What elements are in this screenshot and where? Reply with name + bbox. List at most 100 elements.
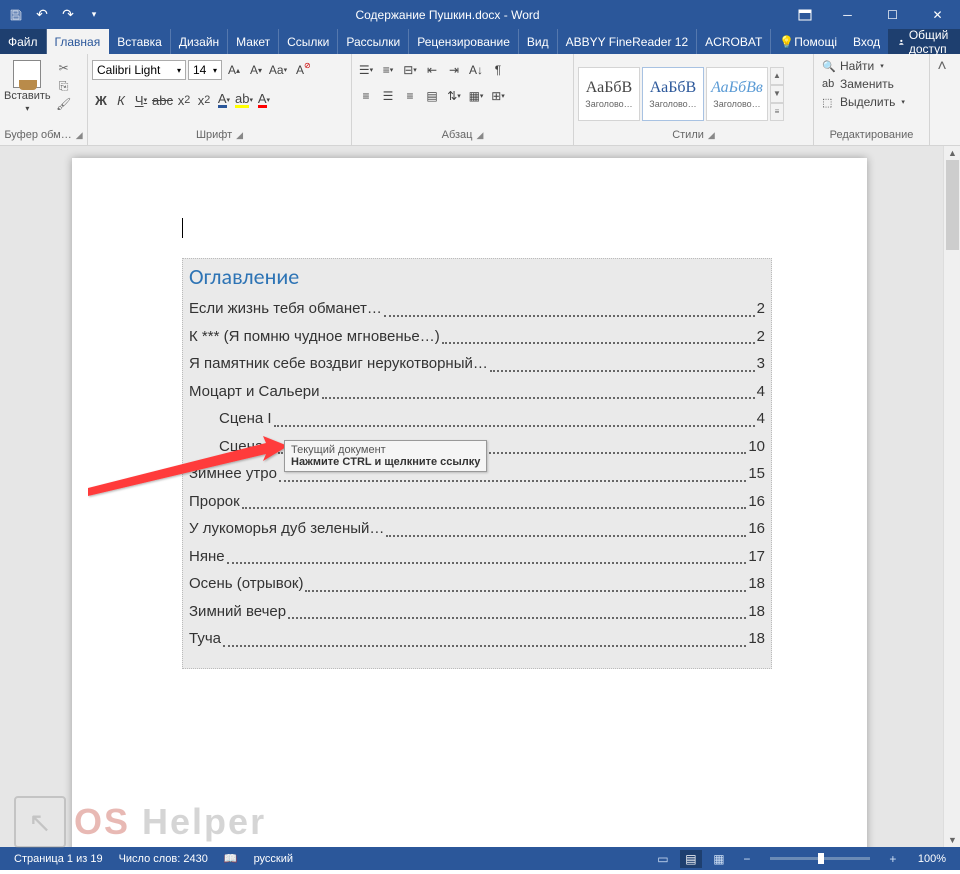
align-left-button[interactable]: ≡ (356, 86, 376, 106)
style-heading-1[interactable]: АаБбВ Заголово… (578, 67, 640, 121)
find-button[interactable]: 🔍Найти▾ (818, 58, 888, 74)
zoom-in-button[interactable]: + (882, 850, 904, 868)
zoom-thumb[interactable] (818, 853, 824, 864)
zoom-level[interactable]: 100% (910, 853, 954, 865)
style-heading-3[interactable]: АаБбВв Заголово… (706, 67, 768, 121)
font-size-value: 14 (193, 63, 206, 77)
page-status[interactable]: Страница 1 из 19 (6, 853, 111, 865)
sort-button[interactable]: A↓ (466, 60, 486, 80)
decrease-indent-button[interactable]: ⇤ (422, 60, 442, 80)
font-size-select[interactable]: 14▾ (188, 60, 222, 80)
undo-button[interactable]: ↶ (30, 3, 54, 27)
justify-button[interactable]: ▤ (422, 86, 442, 106)
tab-view[interactable]: Вид (519, 29, 558, 54)
tab-home[interactable]: Главная (47, 29, 110, 54)
toc-entry[interactable]: Сцена I4 (189, 408, 765, 431)
align-right-button[interactable]: ≡ (400, 86, 420, 106)
spell-check-icon[interactable]: 📖 (216, 852, 246, 865)
redo-button[interactable]: ↷ (56, 3, 80, 27)
sign-in-button[interactable]: Вход (845, 29, 888, 54)
paragraph-launcher[interactable]: ◢ (476, 130, 483, 141)
font-launcher[interactable]: ◢ (236, 130, 243, 141)
select-icon: ⬚ (822, 96, 836, 109)
shading-button[interactable]: ▦▾ (466, 86, 486, 106)
collapse-ribbon-button[interactable]: ˄ (930, 54, 954, 145)
bold-button[interactable]: Ж (92, 90, 110, 110)
align-center-button[interactable]: ☰ (378, 86, 398, 106)
print-layout-button[interactable]: ▤ (680, 850, 702, 868)
tab-design[interactable]: Дизайн (171, 29, 228, 54)
toc-entry[interactable]: Зимний вечер18 (189, 601, 765, 624)
subscript-button[interactable]: x2 (175, 90, 193, 110)
toc-entry[interactable]: У лукоморья дуб зеленый…16 (189, 518, 765, 541)
tab-abbyy[interactable]: ABBYY FineReader 12 (558, 29, 698, 54)
underline-button[interactable]: Ч▾ (132, 90, 150, 110)
toc-entry[interactable]: К *** (Я помню чудное мгновенье…)2 (189, 326, 765, 349)
zoom-slider[interactable] (770, 857, 870, 860)
style-heading-2[interactable]: АаБбВ Заголово… (642, 67, 704, 121)
paste-button[interactable]: Вставить ▾ (4, 56, 51, 113)
styles-expand[interactable]: ≡ (770, 103, 784, 121)
close-button[interactable]: ✕ (915, 0, 960, 29)
scroll-down-button[interactable]: ▼ (944, 833, 960, 847)
word-count[interactable]: Число слов: 2430 (111, 853, 216, 865)
multilevel-list-button[interactable]: ⊟▾ (400, 60, 420, 80)
ribbon-display-button[interactable] (785, 9, 825, 21)
toc-entry-page: 18 (748, 628, 765, 651)
tab-acrobat[interactable]: ACROBAT (697, 29, 771, 54)
numbering-button[interactable]: ≡▾ (378, 60, 398, 80)
change-case-button[interactable]: Aa▾ (268, 60, 288, 80)
toc-entry[interactable]: Туча18 (189, 628, 765, 651)
grow-font-button[interactable]: A▴ (224, 60, 244, 80)
qat-customize-button[interactable]: ▾ (82, 3, 106, 27)
text-effects-button[interactable]: A▾ (215, 90, 233, 110)
tab-references[interactable]: Ссылки (279, 29, 338, 54)
replace-button[interactable]: abЗаменить (818, 76, 898, 92)
toc-entry[interactable]: Если жизнь тебя обманет…2 (189, 298, 765, 321)
font-color-button[interactable]: A▾ (255, 90, 273, 110)
web-layout-button[interactable]: ▦ (708, 850, 730, 868)
toc-entry[interactable]: Осень (отрывок)18 (189, 573, 765, 596)
borders-button[interactable]: ⊞▾ (488, 86, 508, 106)
copy-button[interactable]: ⎘ (55, 78, 73, 94)
toc-entry[interactable]: Моцарт и Сальери4 (189, 381, 765, 404)
scroll-thumb[interactable] (946, 160, 959, 250)
shrink-font-button[interactable]: A▾ (246, 60, 266, 80)
maximize-button[interactable]: ☐ (870, 0, 915, 29)
highlight-button[interactable]: ab▾ (235, 90, 253, 110)
superscript-button[interactable]: x2 (195, 90, 213, 110)
save-button[interactable] (4, 3, 28, 27)
language-status[interactable]: русский (246, 853, 301, 865)
tab-mailings[interactable]: Рассылки (338, 29, 409, 54)
tab-review[interactable]: Рецензирование (409, 29, 519, 54)
font-name-select[interactable]: Calibri Light▾ (92, 60, 186, 80)
clipboard-launcher[interactable]: ◢ (76, 130, 83, 141)
line-spacing-button[interactable]: ⇅▾ (444, 86, 464, 106)
styles-launcher[interactable]: ◢ (708, 130, 715, 141)
cut-button[interactable]: ✂ (55, 60, 73, 76)
show-marks-button[interactable]: ¶ (488, 60, 508, 80)
increase-indent-button[interactable]: ⇥ (444, 60, 464, 80)
tell-me[interactable]: 💡 Помощі (771, 29, 845, 54)
toc-leader-dots (223, 628, 746, 647)
strikethrough-button[interactable]: abc (152, 90, 173, 110)
scroll-up-button[interactable]: ▲ (944, 146, 960, 160)
clear-formatting-button[interactable]: A⊘ (290, 60, 310, 80)
tab-file[interactable]: Файл (0, 29, 47, 54)
tab-insert[interactable]: Вставка (109, 29, 171, 54)
select-button[interactable]: ⬚Выделить▾ (818, 94, 909, 110)
bullets-button[interactable]: ☰▾ (356, 60, 376, 80)
format-painter-button[interactable]: 🖌 (55, 96, 73, 112)
toc-entry[interactable]: Няне17 (189, 546, 765, 569)
minimize-button[interactable]: ─ (825, 0, 870, 29)
tab-layout[interactable]: Макет (228, 29, 279, 54)
zoom-out-button[interactable]: − (736, 850, 758, 868)
vertical-scrollbar[interactable]: ▲ ▼ (943, 146, 960, 847)
styles-scroll-up[interactable]: ▲ (770, 67, 784, 85)
styles-scroll-down[interactable]: ▼ (770, 85, 784, 103)
toc-entry[interactable]: Я памятник себе воздвиг нерукотворный…3 (189, 353, 765, 376)
share-button[interactable]: Общий доступ (888, 29, 960, 54)
read-mode-button[interactable]: ▭ (652, 850, 674, 868)
paste-label: Вставить (4, 90, 51, 102)
italic-button[interactable]: К (112, 90, 130, 110)
